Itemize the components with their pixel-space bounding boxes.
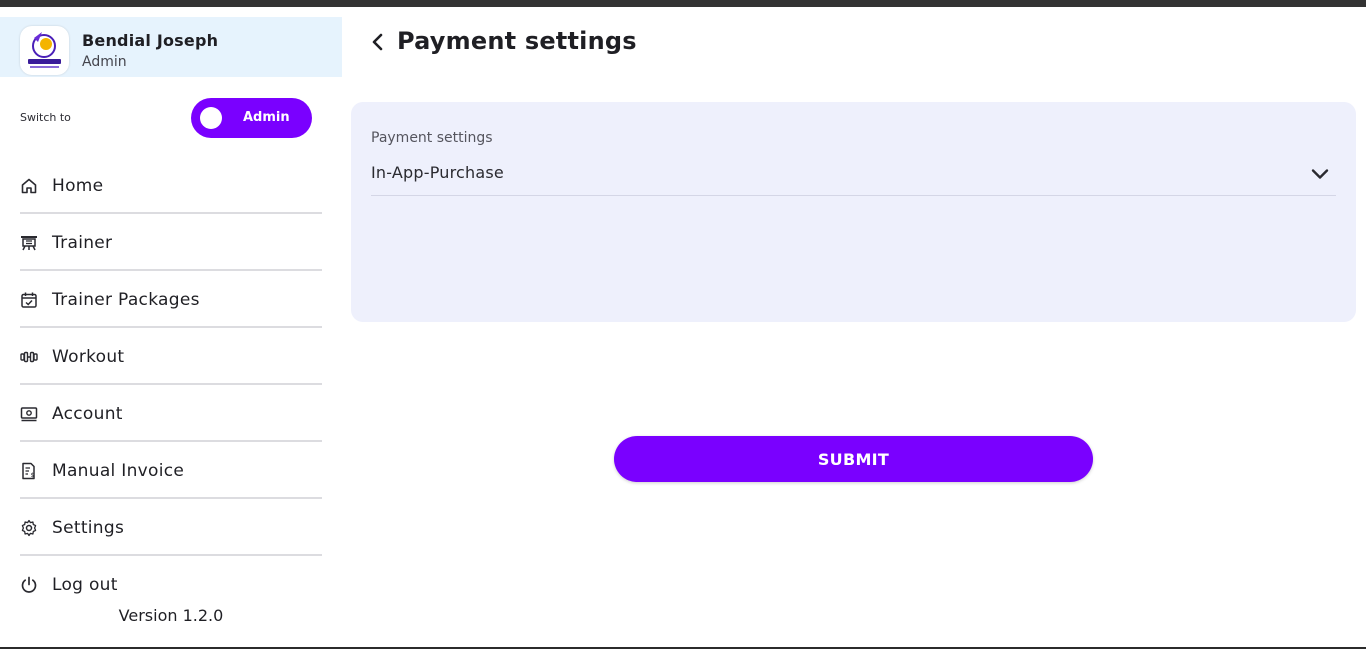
invoice-icon: $ (20, 462, 38, 480)
power-icon (20, 576, 38, 594)
switch-to-label: Switch to (20, 111, 71, 124)
sidebar-nav: Home Trainer Trainer Packages Workout Ac… (20, 157, 322, 613)
profile-header: Bendial Joseph Admin (0, 17, 342, 77)
payment-settings-selected-value: In-App-Purchase (371, 163, 504, 182)
role-switch-toggle[interactable]: Admin (191, 98, 312, 138)
page-title: Payment settings (397, 27, 637, 55)
window-top-bar (0, 0, 1366, 7)
chevron-down-icon (1310, 164, 1330, 184)
gear-icon (20, 519, 38, 537)
wallet-icon (20, 405, 38, 423)
sidebar-item-label: Trainer Packages (52, 290, 200, 310)
sidebar-item-log-out[interactable]: Log out (20, 556, 322, 613)
dumbbell-icon (20, 348, 38, 366)
sidebar-item-home[interactable]: Home (20, 157, 322, 214)
sidebar-item-label: Settings (52, 518, 125, 538)
profile-name: Bendial Joseph (82, 31, 219, 50)
sidebar-item-trainer[interactable]: Trainer (20, 214, 322, 271)
back-chevron-icon[interactable] (368, 32, 388, 52)
calendar-check-icon (20, 291, 38, 309)
sidebar-item-account[interactable]: Account (20, 385, 322, 442)
sidebar-item-label: Trainer (52, 233, 113, 253)
sidebar-item-label: Workout (52, 347, 125, 367)
trainer-icon (20, 234, 38, 252)
sidebar-item-trainer-packages[interactable]: Trainer Packages (20, 271, 322, 328)
payment-settings-field-label: Payment settings (371, 130, 493, 146)
toggle-label: Admin (243, 110, 290, 125)
sidebar-item-manual-invoice[interactable]: $ Manual Invoice (20, 442, 322, 499)
sidebar: Bendial Joseph Admin Switch to Admin Hom… (0, 7, 342, 647)
submit-button[interactable]: SUBMIT (614, 436, 1093, 482)
sidebar-item-label: Manual Invoice (52, 461, 185, 481)
app-version: Version 1.2.0 (118, 606, 224, 625)
sidebar-item-workout[interactable]: Workout (20, 328, 322, 385)
home-icon (20, 177, 38, 195)
sidebar-item-label: Log out (52, 575, 118, 595)
profile-role: Admin (82, 54, 127, 70)
sidebar-item-label: Account (52, 404, 123, 424)
payment-settings-card: Payment settings In-App-Purchase (351, 102, 1356, 322)
svg-text:$: $ (31, 472, 35, 479)
payment-settings-select[interactable]: In-App-Purchase (371, 154, 1336, 196)
crossfit-logo (20, 26, 69, 75)
toggle-knob (200, 107, 222, 129)
sidebar-item-label: Home (52, 176, 104, 196)
sidebar-item-settings[interactable]: Settings (20, 499, 322, 556)
